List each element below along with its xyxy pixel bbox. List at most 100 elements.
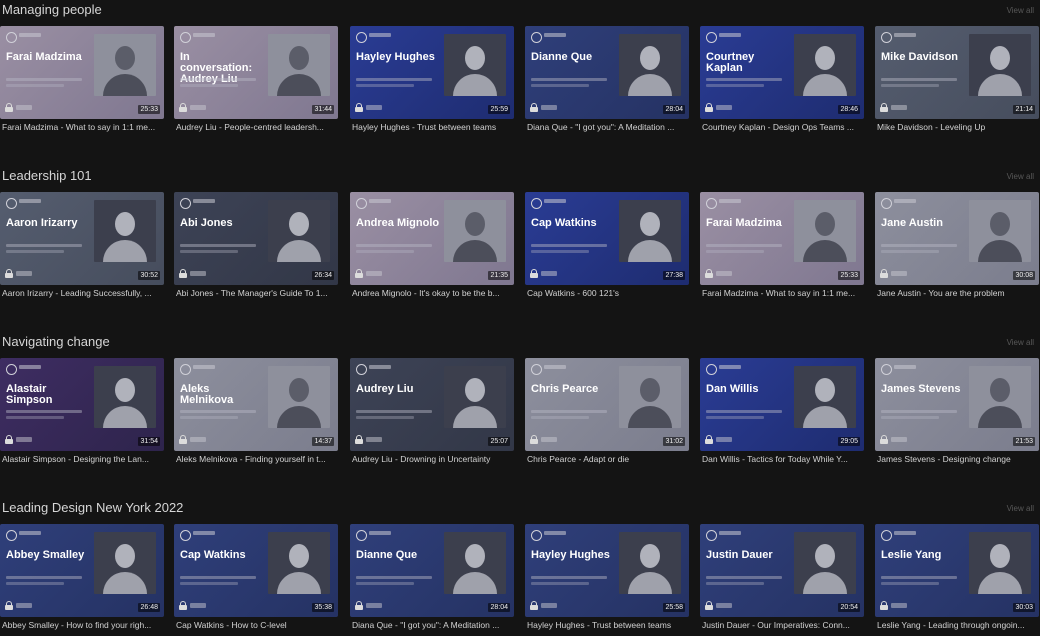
video-card[interactable]: Cap Watkins 27:38 Cap Watkins - 600 121'… (525, 192, 689, 302)
video-thumbnail[interactable]: Cap Watkins 27:38 (525, 192, 689, 285)
leading-design-logo-icon (356, 364, 367, 375)
video-thumbnail[interactable]: Farai Madzima 25:33 (0, 26, 164, 119)
video-card[interactable]: Abbey Smalley 26:48 Abbey Smalley - How … (0, 524, 164, 634)
video-card[interactable]: Cap Watkins 35:38 Cap Watkins - How to C… (174, 524, 338, 634)
video-thumbnail[interactable]: Abi Jones 26:34 (174, 192, 338, 285)
speaker-photo (268, 200, 330, 262)
view-all-link[interactable]: View all (1007, 338, 1034, 347)
video-thumbnail[interactable]: Dan Willis 29:05 (700, 358, 864, 451)
section-row: Managing people View all Farai Madzima 2… (0, 0, 1040, 166)
video-card[interactable]: Aleks Melnikova 14:37 Aleks Melnikova - … (174, 358, 338, 468)
video-thumbnail[interactable]: Dianne Que 28:04 (525, 26, 689, 119)
video-title[interactable]: Courtney Kaplan - Design Ops Teams ... (702, 122, 864, 132)
lock-icon (705, 601, 713, 610)
video-title[interactable]: James Stevens - Designing change (877, 454, 1039, 464)
video-card[interactable]: Jane Austin 30:08 Jane Austin - You are … (875, 192, 1039, 302)
video-card[interactable]: Hayley Hughes 25:59 Hayley Hughes - Trus… (350, 26, 514, 136)
video-title[interactable]: Jane Austin - You are the problem (877, 288, 1039, 298)
video-card[interactable]: Audrey Liu 25:07 Audrey Liu - Drowning i… (350, 358, 514, 468)
video-title[interactable]: Cap Watkins - 600 121's (527, 288, 689, 298)
video-thumbnail[interactable]: Cap Watkins 35:38 (174, 524, 338, 617)
video-thumbnail[interactable]: Jane Austin 30:08 (875, 192, 1039, 285)
video-card[interactable]: Chris Pearce 31:02 Chris Pearce - Adapt … (525, 358, 689, 468)
video-thumbnail[interactable]: In conversation: Audrey Liu 31:44 (174, 26, 338, 119)
video-title[interactable]: Mike Davidson - Leveling Up (877, 122, 1039, 132)
video-card[interactable]: Mike Davidson 21:14 Mike Davidson - Leve… (875, 26, 1039, 136)
video-title[interactable]: Leslie Yang - Leading through ongoin... (877, 620, 1039, 630)
view-all-link[interactable]: View all (1007, 172, 1034, 181)
video-card[interactable]: Andrea Mignolo 21:35 Andrea Mignolo - It… (350, 192, 514, 302)
video-card[interactable]: Justin Dauer 20:54 Justin Dauer - Our Im… (700, 524, 864, 634)
video-thumbnail[interactable]: Farai Madzima 25:33 (700, 192, 864, 285)
speaker-head (990, 46, 1010, 70)
lock-icon (705, 435, 713, 444)
video-title[interactable]: Audrey Liu - People-centred leadersh... (176, 122, 338, 132)
talk-subtitle-line (531, 416, 589, 419)
video-title[interactable]: Justin Dauer - Our Imperatives: Conn... (702, 620, 864, 630)
leading-design-logo-icon (881, 198, 892, 209)
video-thumbnail[interactable]: Chris Pearce 31:02 (525, 358, 689, 451)
video-card[interactable]: Leslie Yang 30:03 Leslie Yang - Leading … (875, 524, 1039, 634)
video-thumbnail[interactable]: James Stevens 21:53 (875, 358, 1039, 451)
video-thumbnail[interactable]: Audrey Liu 25:07 (350, 358, 514, 451)
talk-subtitle-line (6, 410, 82, 413)
video-card[interactable]: Dan Willis 29:05 Dan Willis - Tactics fo… (700, 358, 864, 468)
sponsor-logo (891, 603, 907, 608)
video-thumbnail[interactable]: Leslie Yang 30:03 (875, 524, 1039, 617)
logo-wordmark (894, 365, 916, 369)
sponsor-logo (716, 105, 732, 110)
video-card[interactable]: Aaron Irizarry 30:52 Aaron Irizarry - Le… (0, 192, 164, 302)
video-card[interactable]: Courtney Kaplan 28:46 Courtney Kaplan - … (700, 26, 864, 136)
video-title[interactable]: Diana Que - "I got you": A Meditation ..… (527, 122, 689, 132)
video-title[interactable]: Hayley Hughes - Trust between teams (527, 620, 689, 630)
speaker-shoulders (978, 572, 1022, 594)
video-thumbnail[interactable]: Hayley Hughes 25:59 (350, 26, 514, 119)
video-thumbnail[interactable]: Aaron Irizarry 30:52 (0, 192, 164, 285)
video-card[interactable]: James Stevens 21:53 James Stevens - Desi… (875, 358, 1039, 468)
video-title[interactable]: Hayley Hughes - Trust between teams (352, 122, 514, 132)
view-all-link[interactable]: View all (1007, 504, 1034, 513)
video-title[interactable]: Chris Pearce - Adapt or die (527, 454, 689, 464)
video-card[interactable]: Farai Madzima 25:33 Farai Madzima - What… (0, 26, 164, 136)
speaker-photo (619, 200, 681, 262)
video-card[interactable]: Abi Jones 26:34 Abi Jones - The Manager'… (174, 192, 338, 302)
video-thumbnail[interactable]: Alastair Simpson 31:54 (0, 358, 164, 451)
video-thumbnail[interactable]: Aleks Melnikova 14:37 (174, 358, 338, 451)
video-title[interactable]: Abi Jones - The Manager's Guide To 1... (176, 288, 338, 298)
talk-subtitle-line (6, 84, 64, 87)
video-thumbnail[interactable]: Justin Dauer 20:54 (700, 524, 864, 617)
video-title[interactable]: Dan Willis - Tactics for Today While Y..… (702, 454, 864, 464)
video-card[interactable]: Hayley Hughes 25:58 Hayley Hughes - Trus… (525, 524, 689, 634)
speaker-name: Farai Madzima (6, 51, 82, 63)
video-thumbnail[interactable]: Abbey Smalley 26:48 (0, 524, 164, 617)
duration-badge: 20:54 (838, 603, 860, 612)
leading-design-logo-icon (180, 32, 191, 43)
talk-subtitle-line (6, 244, 82, 247)
video-card[interactable]: Alastair Simpson 31:54 Alastair Simpson … (0, 358, 164, 468)
video-thumbnail[interactable]: Andrea Mignolo 21:35 (350, 192, 514, 285)
video-title[interactable]: Andrea Mignolo - It's okay to be the b..… (352, 288, 514, 298)
video-card[interactable]: Farai Madzima 25:33 Farai Madzima - What… (700, 192, 864, 302)
video-thumbnail[interactable]: Dianne Que 28:04 (350, 524, 514, 617)
video-title[interactable]: Cap Watkins - How to C-level (176, 620, 338, 630)
speaker-photo (268, 366, 330, 428)
leading-design-logo-icon (356, 530, 367, 541)
video-thumbnail[interactable]: Hayley Hughes 25:58 (525, 524, 689, 617)
video-title[interactable]: Audrey Liu - Drowning in Uncertainty (352, 454, 514, 464)
video-title[interactable]: Alastair Simpson - Designing the Lan... (2, 454, 164, 464)
video-title[interactable]: Farai Madzima - What to say in 1:1 me... (702, 288, 864, 298)
video-card[interactable]: Dianne Que 28:04 Diana Que - "I got you"… (350, 524, 514, 634)
video-title[interactable]: Aaron Irizarry - Leading Successfully, .… (2, 288, 164, 298)
video-title[interactable]: Farai Madzima - What to say in 1:1 me... (2, 122, 164, 132)
video-thumbnail[interactable]: Mike Davidson 21:14 (875, 26, 1039, 119)
video-title[interactable]: Abbey Smalley - How to find your righ... (2, 620, 164, 630)
view-all-link[interactable]: View all (1007, 6, 1034, 15)
video-card[interactable]: Dianne Que 28:04 Diana Que - "I got you"… (525, 26, 689, 136)
video-thumbnail[interactable]: Courtney Kaplan 28:46 (700, 26, 864, 119)
logo-wordmark (19, 365, 41, 369)
lock-icon (179, 269, 187, 278)
video-title[interactable]: Diana Que - "I got you": A Meditation ..… (352, 620, 514, 630)
video-card[interactable]: In conversation: Audrey Liu 31:44 Audrey… (174, 26, 338, 136)
talk-subtitle-line (706, 78, 782, 81)
video-title[interactable]: Aleks Melnikova - Finding yourself in t.… (176, 454, 338, 464)
